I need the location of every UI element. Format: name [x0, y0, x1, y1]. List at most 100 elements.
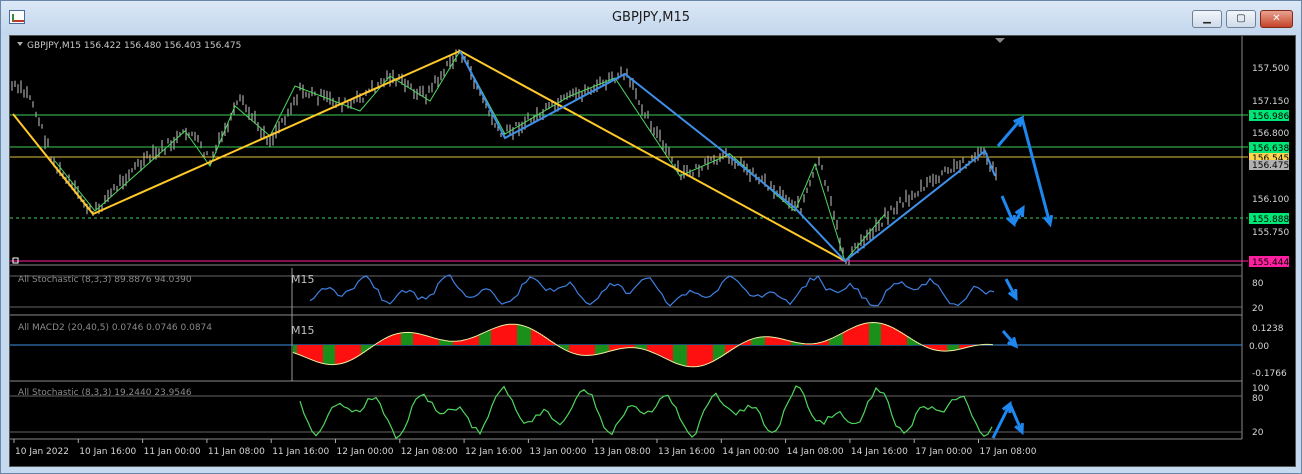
macd-bar	[761, 336, 763, 345]
macd-level: -0.1766	[1252, 369, 1287, 379]
stochastic-2-level: 20	[1252, 428, 1264, 438]
time-label: 17 Jan 00:00	[915, 447, 972, 457]
price-tag: 156.638	[1252, 144, 1289, 154]
macd-bar	[459, 340, 461, 345]
macd-bar	[717, 345, 719, 360]
macd-bar	[303, 345, 305, 357]
macd-bar	[895, 328, 897, 345]
stochastic-1-level: 20	[1252, 304, 1264, 314]
time-label: 13 Jan 08:00	[594, 447, 651, 457]
chart-area[interactable]: GBPJPY,M15 156.422 156.480 156.403 156.4…	[9, 35, 1296, 467]
macd-bar	[947, 345, 949, 352]
macd-bar	[471, 338, 473, 345]
macd-bar	[433, 337, 435, 345]
macd-bar	[513, 324, 515, 345]
macd-bar	[411, 332, 413, 345]
macd-bar	[531, 328, 533, 345]
macd-bar	[347, 345, 349, 362]
macd-bar	[535, 330, 537, 345]
macd-timeframe: M15	[291, 324, 315, 337]
macd-bar	[645, 345, 647, 350]
time-label: 11 Jan 16:00	[272, 447, 329, 457]
macd-bar	[457, 341, 459, 345]
macd-bar	[875, 322, 877, 345]
macd-bar	[669, 345, 671, 361]
macd-bar	[873, 322, 875, 345]
macd-bar	[701, 345, 703, 366]
macd-bar	[945, 345, 947, 352]
chart-canvas[interactable]: GBPJPY,M15 156.422 156.480 156.403 156.4…	[10, 36, 1295, 466]
price-tag: 155.888	[1252, 215, 1289, 225]
macd-bar	[879, 322, 881, 345]
macd-bar	[473, 337, 475, 345]
macd-bar	[865, 323, 867, 345]
time-label: 12 Jan 00:00	[337, 447, 394, 457]
macd-bar	[771, 336, 773, 345]
macd-bar	[565, 345, 567, 350]
forecast-arrows[interactable]	[991, 115, 1054, 439]
macd-bar	[341, 345, 343, 364]
macd-bar	[855, 326, 857, 345]
macd-bar	[671, 345, 673, 362]
macd-level: 0.1238	[1252, 324, 1284, 334]
macd-bar	[331, 345, 333, 365]
terminal-window: GBPJPY,M15 ▁ ▢ ✕ GBPJPY,M15 156.422 156.…	[0, 0, 1302, 474]
macd-bar	[861, 324, 863, 345]
macd-bar	[775, 337, 777, 345]
macd-bar	[407, 332, 409, 345]
arrow-shaft	[996, 117, 1024, 147]
macd-bar	[687, 345, 689, 367]
macd-bar	[333, 345, 335, 365]
close-button[interactable]: ✕	[1260, 10, 1293, 28]
minimize-button[interactable]: ▁	[1192, 10, 1222, 28]
macd-bar	[683, 345, 685, 366]
chart-shift-icon[interactable]	[995, 38, 1005, 43]
macd-bar	[479, 334, 481, 345]
macd-bar	[297, 345, 299, 354]
swing-line	[54, 49, 886, 263]
macd-bar	[323, 345, 325, 364]
macd-bar	[847, 330, 849, 345]
macd-bar	[583, 345, 585, 356]
macd-bar	[353, 345, 355, 359]
macd-bar	[685, 345, 687, 366]
macd-title: All MACD2 (20,40,5) 0.0746 0.0746 0.0874	[18, 323, 212, 333]
macd-bar	[709, 345, 711, 364]
macd-bar	[749, 340, 751, 345]
macd-bar	[293, 345, 295, 353]
macd-bar	[563, 345, 565, 349]
macd-bar	[711, 345, 713, 363]
stochastic-2-title: All Stochastic (8,3,3) 19.2440 23.9546	[18, 388, 192, 398]
macd-bar	[537, 332, 539, 345]
maximize-button[interactable]: ▢	[1226, 10, 1256, 28]
macd-bar	[385, 338, 387, 345]
time-label: 14 Jan 08:00	[787, 447, 844, 457]
macd-bar	[835, 336, 837, 345]
stochastic-2-level: 100	[1252, 384, 1269, 394]
price-label: 157.500	[1252, 64, 1289, 74]
macd-bar	[521, 325, 523, 345]
time-label: 11 Jan 08:00	[208, 447, 265, 457]
macd-bar	[941, 345, 943, 351]
panel-frames	[10, 36, 1243, 440]
macd-bar	[893, 327, 895, 345]
macd-bar	[419, 333, 421, 345]
macd-bar	[765, 336, 767, 345]
macd-bar	[329, 345, 331, 365]
horizontal-levels[interactable]	[10, 114, 1248, 264]
macd-bar	[937, 345, 939, 351]
price-label: 156.100	[1252, 195, 1289, 205]
macd-bar	[767, 336, 769, 345]
zigzag-lines[interactable]	[12, 49, 996, 263]
macd-bar	[881, 323, 883, 345]
macd-bar	[831, 338, 833, 345]
macd-bar	[469, 338, 471, 345]
symbol-dropdown-icon[interactable]	[17, 42, 23, 46]
macd-bar	[589, 345, 591, 356]
macd-bar	[343, 345, 345, 364]
macd-bar	[889, 325, 891, 345]
time-label: 10 Jan 2022	[15, 447, 69, 457]
title-bar[interactable]: GBPJPY,M15 ▁ ▢ ✕	[1, 1, 1301, 35]
price-tag: 156.475	[1252, 161, 1289, 171]
macd-bar	[505, 324, 507, 345]
